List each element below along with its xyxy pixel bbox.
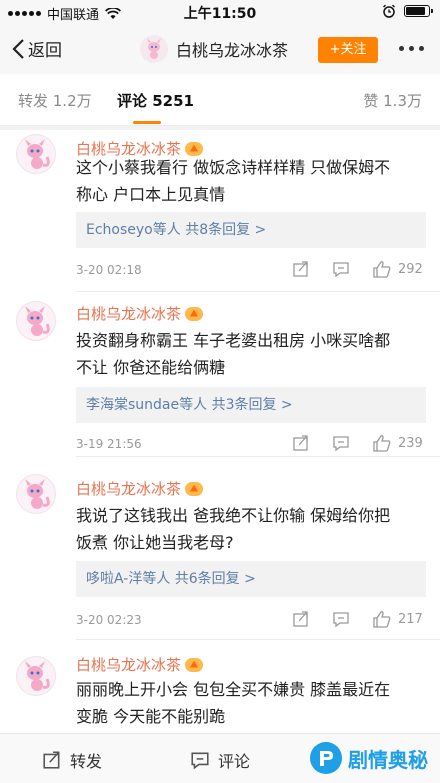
commenter-avatar[interactable]: [16, 134, 56, 174]
comment-author[interactable]: 白桃乌龙冰冰茶: [76, 654, 204, 675]
vip-badge-icon: [185, 657, 204, 672]
repost-icon[interactable]: [292, 260, 310, 278]
replies-link[interactable]: Echoseyo等人 共8条回复 >: [76, 212, 426, 248]
mew-avatar-icon: [25, 139, 50, 169]
comment-line: 变脆 今天能不能别跪: [76, 707, 226, 726]
nav-bar: 返回 白桃乌龙冰冰茶 +关注: [0, 24, 440, 74]
comment-text: 我说了这钱我出 爸我绝不让你输 保姆给你把 饭煮 你让她当我老母?: [76, 502, 428, 556]
comment-time: 3-19 21:56: [76, 437, 142, 451]
nav-title: 白桃乌龙冰冰茶: [176, 41, 289, 60]
tab-like[interactable]: 赞 1.3万: [363, 90, 422, 111]
comment-actions: 217: [292, 610, 423, 628]
battery-icon: [404, 5, 433, 17]
reply-icon[interactable]: [332, 260, 350, 278]
author-name: 白桃乌龙冰冰茶: [76, 656, 182, 674]
like-count: 217: [398, 611, 423, 627]
comment-text: 丽丽晚上开小会 包包全买不嫌贵 膝盖最近在 变脆 今天能不能别跪: [76, 676, 428, 730]
watermark-logo-icon: [310, 742, 342, 774]
comment-line: 这个小蔡我看行 做饭念诗样样精 只做保姆不: [76, 158, 391, 177]
more-dot-icon: [419, 46, 424, 51]
comment-item: 白桃乌龙冰冰茶 投资翻身称霸王 车子老婆出租房 小咪买啥都 不让 你爸还能给俩糖…: [0, 293, 440, 457]
comment-line: 我说了这钱我出 爸我绝不让你输 保姆给你把: [76, 506, 391, 525]
like-count: 239: [398, 435, 423, 451]
bottom-toolbar: 转发 评论 剧情奥秘: [0, 733, 440, 783]
nav-profile[interactable]: 白桃乌龙冰冰茶: [140, 35, 288, 63]
alarm-icon: [383, 4, 395, 18]
replies-link[interactable]: 哆啦A-洋等人 共6条回复 >: [76, 561, 426, 597]
comment-actions: 292: [292, 260, 423, 278]
mew-avatar-icon: [25, 306, 50, 336]
active-tab-indicator: [133, 121, 161, 124]
tab-comment[interactable]: 评论 5251: [117, 90, 194, 111]
repost-icon[interactable]: [292, 610, 310, 628]
vip-badge-icon: [185, 306, 204, 321]
repost-icon[interactable]: [292, 434, 310, 452]
reply-icon[interactable]: [332, 434, 350, 452]
mew-avatar-icon: [25, 661, 50, 691]
author-name: 白桃乌龙冰冰茶: [76, 480, 182, 498]
comment-item: 白桃乌龙冰冰茶 丽丽晚上开小会 包包全买不嫌贵 膝盖最近在 变脆 今天能不能别跪: [0, 640, 440, 733]
watermark-text: 剧情奥秘: [348, 747, 428, 772]
commenter-avatar[interactable]: [16, 656, 56, 696]
more-options-button[interactable]: [399, 46, 424, 51]
tab-bar: 转发 1.2万 评论 5251 赞 1.3万: [0, 74, 440, 126]
comment-author[interactable]: 白桃乌龙冰冰茶: [76, 478, 204, 499]
bottom-comment-label: 评论: [218, 752, 251, 771]
bottom-repost-label: 转发: [70, 752, 103, 771]
reply-icon[interactable]: [332, 610, 350, 628]
comment-author[interactable]: 白桃乌龙冰冰茶: [76, 303, 204, 324]
comment-line: 饭煮 你让她当我老母?: [76, 533, 234, 552]
vip-badge-icon: [185, 481, 204, 496]
comment-line: 投资翻身称霸王 车子老婆出租房 小咪买啥都: [76, 331, 391, 350]
status-bar: 中国联通 上午11:50: [0, 0, 440, 24]
replies-link[interactable]: 李海棠sundae等人 共3条回复 >: [76, 387, 426, 423]
chevron-left-icon: [12, 38, 24, 59]
tab-repost[interactable]: 转发 1.2万: [18, 90, 92, 111]
back-label: 返回: [28, 41, 62, 61]
like-count: 292: [398, 261, 423, 277]
divider: [76, 456, 440, 457]
commenter-avatar[interactable]: [16, 474, 56, 514]
watermark: 剧情奥秘: [310, 742, 428, 774]
comment-line: 不让 你爸还能给俩糖: [76, 358, 226, 377]
back-button[interactable]: 返回: [12, 36, 62, 61]
comment-time: 3-20 02:23: [76, 613, 142, 627]
comment-time: 3-20 02:18: [76, 263, 142, 277]
nav-avatar: [140, 35, 168, 63]
commenter-avatar[interactable]: [16, 301, 56, 341]
comment-actions: 239: [292, 434, 423, 452]
comment-icon: [191, 752, 209, 770]
mew-avatar-icon: [25, 479, 50, 509]
comment-text: 投资翻身称霸王 车子老婆出租房 小咪买啥都 不让 你爸还能给俩糖: [76, 327, 428, 381]
follow-button[interactable]: +关注: [318, 37, 378, 63]
like-icon[interactable]: [372, 260, 392, 278]
status-right: [382, 4, 433, 18]
more-dot-icon: [399, 46, 404, 51]
repost-icon: [43, 751, 60, 769]
bottom-comment-button[interactable]: 评论: [190, 748, 250, 772]
comment-line: 称心 户口本上见真情: [76, 185, 226, 204]
comment-item: 白桃乌龙冰冰茶 我说了这钱我出 爸我绝不让你输 保姆给你把 饭煮 你让她当我老母…: [0, 460, 440, 640]
comment-text: 这个小蔡我看行 做饭念诗样样精 只做保姆不 称心 户口本上见真情: [76, 154, 428, 208]
like-icon[interactable]: [372, 610, 392, 628]
comment-line: 丽丽晚上开小会 包包全买不嫌贵 膝盖最近在: [76, 680, 391, 699]
status-time: 上午11:50: [183, 6, 257, 22]
mew-avatar-icon: [147, 38, 161, 59]
divider: [76, 291, 440, 292]
like-icon[interactable]: [372, 434, 392, 452]
more-dot-icon: [409, 46, 414, 51]
bottom-repost-button[interactable]: 转发: [42, 748, 102, 772]
author-name: 白桃乌龙冰冰茶: [76, 305, 182, 323]
comment-item: 白桃乌龙冰冰茶 这个小蔡我看行 做饭念诗样样精 只做保姆不 称心 户口本上见真情…: [0, 130, 440, 292]
